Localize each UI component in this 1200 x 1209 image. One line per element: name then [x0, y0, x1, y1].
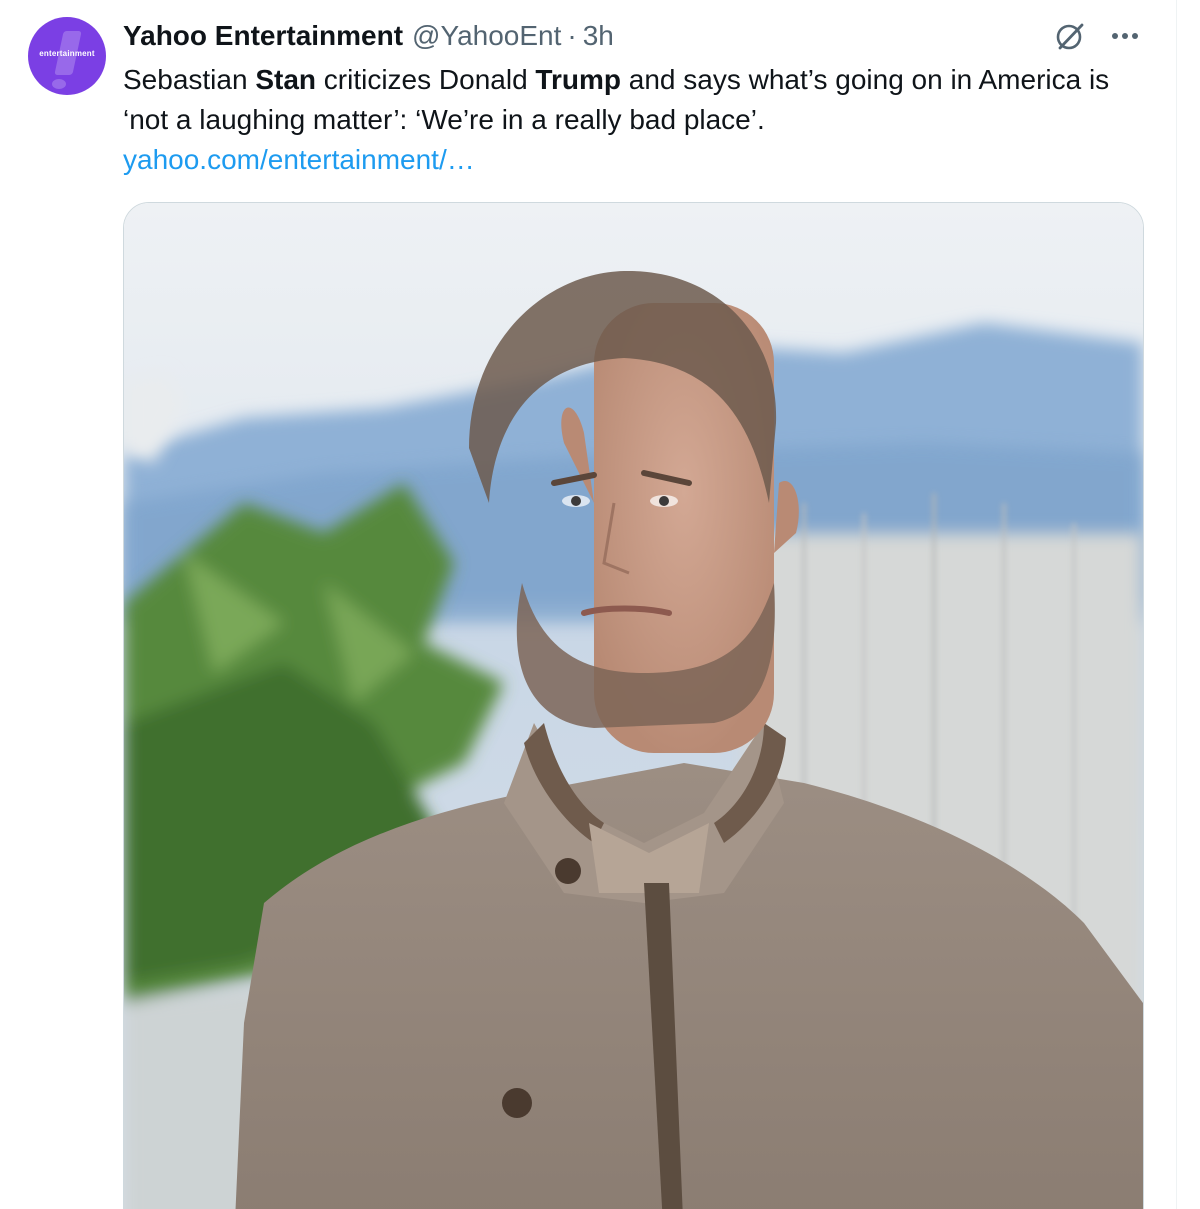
- tweet-text-bold: Trump: [535, 64, 621, 95]
- timeline-divider: [1176, 0, 1177, 1209]
- avatar-brand-text: entertainment: [39, 49, 95, 58]
- photo-illustration: [124, 203, 1143, 1209]
- tweet-text-bold: Stan: [255, 64, 317, 95]
- tweet-photo[interactable]: [123, 202, 1144, 1209]
- tweet-text-part: Sebastian: [123, 64, 256, 95]
- separator-dot: ·: [567, 20, 577, 51]
- user-handle[interactable]: @YahooEnt: [412, 20, 561, 52]
- avatar-logo-dot: [52, 79, 66, 89]
- avatar[interactable]: entertainment: [28, 17, 106, 95]
- tweet-link[interactable]: yahoo.com/entertainment/…: [123, 144, 475, 175]
- tweet-header: Yahoo Entertainment @YahooEnt · 3h: [123, 17, 614, 55]
- tweet-text: Sebastian Stan criticizes Donald Trump a…: [123, 60, 1123, 180]
- grok-icon[interactable]: [1052, 18, 1088, 54]
- display-name[interactable]: Yahoo Entertainment: [123, 20, 403, 52]
- more-dots-icon[interactable]: [1106, 22, 1144, 50]
- tweet-text-part: criticizes Donald: [316, 64, 536, 95]
- timestamp[interactable]: 3h: [583, 20, 614, 52]
